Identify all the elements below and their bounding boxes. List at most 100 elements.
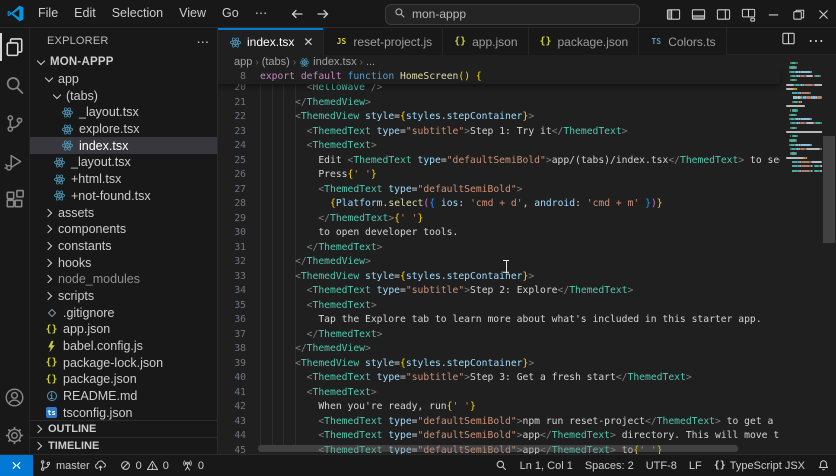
line-number[interactable]: 24	[218, 139, 246, 154]
code-line-35[interactable]: 35 <ThemedText>	[218, 299, 780, 314]
code-line-44[interactable]: 44 <ThemedText type="defaultSemiBold">ap…	[218, 429, 780, 444]
layout-panel-icon[interactable]	[686, 0, 711, 28]
tree-item--html-tsx[interactable]: +html.tsx	[30, 171, 217, 188]
code-line-41[interactable]: 41 <ThemedText>	[218, 386, 780, 401]
branch-status[interactable]: master	[33, 455, 113, 476]
tree-item-readme-md[interactable]: i README.md	[30, 388, 217, 405]
tree-item-package-lock-json[interactable]: {} package-lock.json	[30, 354, 217, 371]
code-line-26[interactable]: 26 Press{' '}	[218, 168, 780, 183]
line-number[interactable]: 27	[218, 183, 246, 198]
menu-selection[interactable]: Selection	[104, 0, 171, 27]
horizontal-scrollbar-thumb[interactable]	[258, 445, 738, 452]
code-line-34[interactable]: 34 <ThemedText type="subtitle">Step 2: E…	[218, 284, 780, 299]
menu-view[interactable]: View	[171, 0, 214, 27]
tree-item-package-json[interactable]: {} package.json	[30, 371, 217, 388]
code-line-43[interactable]: 43 <ThemedText type="defaultSemiBold">np…	[218, 415, 780, 430]
restore-icon[interactable]	[786, 0, 811, 28]
line-number[interactable]: 33	[218, 270, 246, 285]
code-line-33[interactable]: 33 <ThemedView style={styles.stepContain…	[218, 270, 780, 285]
vertical-scrollbar[interactable]	[822, 55, 836, 454]
code-line-22[interactable]: 22 <ThemedView style={styles.stepContain…	[218, 110, 780, 125]
menu-edit[interactable]: Edit	[66, 0, 104, 27]
code-line-25[interactable]: 25 Edit <ThemedText type="defaultSemiBol…	[218, 154, 780, 169]
tree-item-hooks[interactable]: hooks	[30, 254, 217, 271]
line-number[interactable]: 8	[218, 69, 246, 84]
tree-item--not-found-tsx[interactable]: +not-found.tsx	[30, 188, 217, 205]
line-number[interactable]: 40	[218, 371, 246, 386]
layout-sidebar-left-icon[interactable]	[661, 0, 686, 28]
code-line-27[interactable]: 27 <ThemedText type="defaultSemiBold">	[218, 183, 780, 198]
settings-gear-icon[interactable]	[0, 416, 30, 454]
tree-item-index-tsx[interactable]: index.tsx	[30, 137, 217, 155]
line-number[interactable]: 42	[218, 400, 246, 415]
code-line-40[interactable]: 40 <ThemedText type="subtitle">Step 3: G…	[218, 371, 780, 386]
tab-package-json[interactable]: {} package.json	[528, 28, 640, 55]
breadcrumb-item--[interactable]: ...	[366, 56, 375, 68]
minimize-icon[interactable]	[761, 0, 786, 28]
tab-reset-project-js[interactable]: JS reset-project.js	[324, 28, 444, 55]
vertical-scrollbar-thumb[interactable]	[823, 136, 835, 243]
nav-back-icon[interactable]	[289, 6, 305, 22]
tree-item-components[interactable]: components	[30, 221, 217, 238]
tree-item-tsconfig-json[interactable]: ts tsconfig.json	[30, 404, 217, 421]
line-number[interactable]: 37	[218, 328, 246, 343]
line-number[interactable]: 43	[218, 415, 246, 430]
line-number[interactable]: 31	[218, 241, 246, 256]
tree-item-assets[interactable]: assets	[30, 204, 217, 221]
line-number[interactable]: 34	[218, 284, 246, 299]
command-center-search[interactable]: mon-appp	[385, 3, 640, 25]
files-icon[interactable]	[0, 28, 30, 66]
encoding-status[interactable]: UTF-8	[640, 455, 683, 476]
extensions-icon[interactable]	[0, 180, 30, 218]
tree-item--tabs-[interactable]: (tabs)	[30, 87, 217, 104]
layout-customize-icon[interactable]	[736, 0, 761, 28]
eol-status[interactable]: LF	[683, 455, 708, 476]
line-number[interactable]: 25	[218, 154, 246, 169]
line-number[interactable]: 23	[218, 125, 246, 140]
menu-go[interactable]: Go	[214, 0, 247, 27]
line-number[interactable]: 44	[218, 429, 246, 444]
ports-status[interactable]: 0	[175, 455, 210, 476]
breadcrumb-item--tabs-[interactable]: (tabs)	[262, 56, 290, 68]
source-control-icon[interactable]	[0, 104, 30, 142]
tab-colors-ts[interactable]: TS Colors.ts	[639, 28, 727, 55]
code-line-28[interactable]: 28 {Platform.select({ ios: 'cmd + d', an…	[218, 197, 780, 212]
split-editor-icon[interactable]	[781, 31, 796, 51]
code-line-38[interactable]: 38 </ThemedView>	[218, 342, 780, 357]
tree-item-scripts[interactable]: scripts	[30, 288, 217, 305]
code-line-21[interactable]: 21 </ThemedView>	[218, 96, 780, 111]
code-line-32[interactable]: 32 </ThemedView>	[218, 255, 780, 270]
account-icon[interactable]	[0, 378, 30, 416]
close-icon[interactable]	[811, 0, 836, 28]
tree-item-constants[interactable]: constants	[30, 238, 217, 255]
tree-item-app[interactable]: app	[30, 71, 217, 88]
line-number[interactable]: 28	[218, 197, 246, 212]
tree-item-mon-appp[interactable]: MON-APPP	[30, 54, 217, 71]
cursor-position[interactable]: Ln 1, Col 1	[514, 455, 579, 476]
tree-item--layout-tsx[interactable]: _layout.tsx	[30, 104, 217, 121]
tree-item--gitignore[interactable]: .gitignore	[30, 304, 217, 321]
line-number[interactable]: 39	[218, 357, 246, 372]
tree-item-node-modules[interactable]: node_modules	[30, 271, 217, 288]
line-number[interactable]: 32	[218, 255, 246, 270]
tree-item--layout-tsx[interactable]: _layout.tsx	[30, 154, 217, 171]
layout-sidebar-right-icon[interactable]	[711, 0, 736, 28]
explorer-actions-icon[interactable]: ⋯	[197, 34, 210, 49]
search-icon[interactable]	[0, 66, 30, 104]
notifications-bell[interactable]	[811, 455, 836, 476]
code-line-30[interactable]: 30 to open developer tools.	[218, 226, 780, 241]
code-line-39[interactable]: 39 <ThemedView style={styles.stepContain…	[218, 357, 780, 372]
indentation-status[interactable]: Spaces: 2	[579, 455, 640, 476]
horizontal-scrollbar[interactable]	[218, 445, 784, 452]
code-line-24[interactable]: 24 <ThemedText>	[218, 139, 780, 154]
tree-item-babel-config-js[interactable]: babel.config.js	[30, 338, 217, 355]
code-line-42[interactable]: 42 When you're ready, run{' '}	[218, 400, 780, 415]
run-debug-icon[interactable]	[0, 142, 30, 180]
code-line-29[interactable]: 29 </ThemedText>{' '}	[218, 212, 780, 227]
code-line-37[interactable]: 37 </ThemedText>	[218, 328, 780, 343]
menu-file[interactable]: File	[30, 0, 66, 27]
remote-indicator[interactable]	[0, 454, 33, 476]
minimap[interactable]	[784, 55, 822, 454]
tab-app-json[interactable]: {} app.json	[443, 28, 529, 55]
code-line-8[interactable]: 8 export default function HomeScreen() {	[218, 69, 780, 84]
